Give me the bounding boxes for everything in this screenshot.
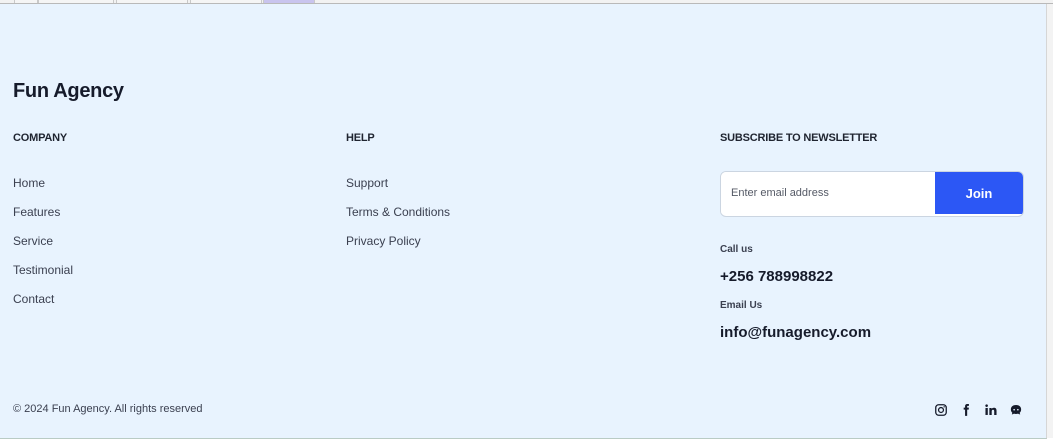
- newsletter-email-input[interactable]: [721, 172, 931, 214]
- company-links: Home Features Service Testimonial Contac…: [13, 176, 73, 321]
- help-link-privacy[interactable]: Privacy Policy: [346, 234, 450, 248]
- browser-tab-active[interactable]: [263, 0, 315, 3]
- help-link-support[interactable]: Support: [346, 176, 450, 190]
- linkedin-link[interactable]: [984, 403, 998, 417]
- footer-brand-name: Fun Agency: [13, 80, 124, 102]
- instagram-icon: [935, 404, 947, 416]
- contact-email: info@funagency.com: [720, 324, 872, 341]
- help-links: Support Terms & Conditions Privacy Polic…: [346, 176, 450, 263]
- company-link-features[interactable]: Features: [13, 205, 73, 219]
- company-link-service[interactable]: Service: [13, 234, 73, 248]
- company-column-title: COMPANY: [13, 132, 68, 144]
- github-link[interactable]: [1009, 403, 1023, 417]
- help-column-title: HELP: [346, 132, 375, 144]
- help-link-terms[interactable]: Terms & Conditions: [346, 205, 450, 219]
- copyright-text: © 2024 Fun Agency. All rights reserved: [13, 403, 203, 415]
- company-link-testimonial[interactable]: Testimonial: [13, 263, 73, 277]
- join-button[interactable]: Join: [935, 172, 1023, 214]
- browser-tab[interactable]: [14, 0, 38, 3]
- email-us-label: Email Us: [720, 300, 763, 311]
- newsletter-form: Join: [720, 171, 1024, 217]
- facebook-icon: [963, 404, 969, 416]
- social-links: [934, 402, 1023, 418]
- site-footer: Fun Agency COMPANY Home Features Service…: [0, 4, 1047, 439]
- company-link-home[interactable]: Home: [13, 176, 73, 190]
- vertical-scrollbar[interactable]: [1046, 4, 1053, 438]
- facebook-link[interactable]: [959, 403, 973, 417]
- phone-number: +256 788998822: [720, 268, 834, 285]
- call-us-label: Call us: [720, 244, 753, 255]
- linkedin-icon: [985, 404, 997, 415]
- browser-tab[interactable]: [190, 0, 262, 3]
- company-link-contact[interactable]: Contact: [13, 292, 73, 306]
- newsletter-title: SUBSCRIBE TO NEWSLETTER: [720, 132, 878, 144]
- instagram-link[interactable]: [934, 403, 948, 417]
- browser-tab[interactable]: [116, 0, 188, 3]
- github-icon: [1010, 405, 1022, 415]
- browser-tab[interactable]: [38, 0, 114, 3]
